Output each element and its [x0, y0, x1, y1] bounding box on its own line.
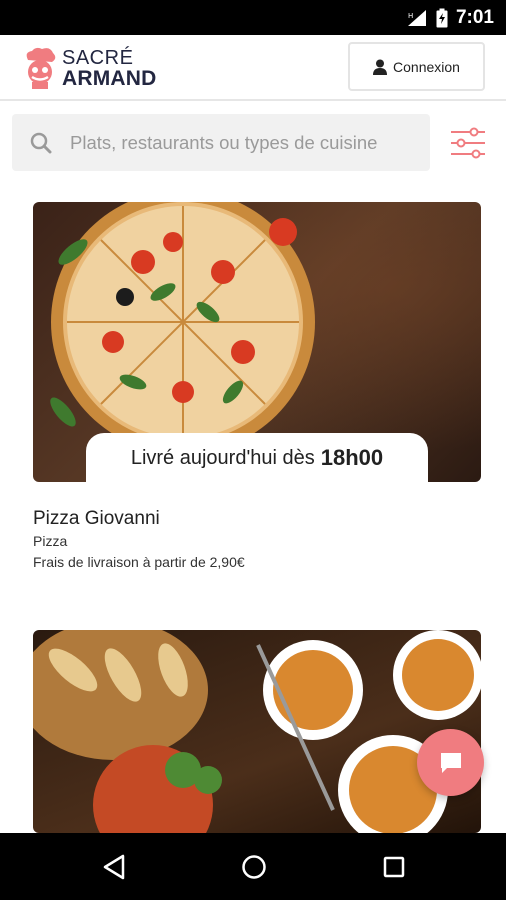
- filter-button[interactable]: [448, 124, 488, 162]
- signal-icon: H: [407, 9, 426, 26]
- user-icon: [373, 59, 388, 75]
- chat-bubble-icon: [440, 752, 461, 773]
- logo-line-2: ARMAND: [62, 66, 157, 90]
- restaurant-name[interactable]: Pizza Giovanni: [33, 508, 160, 530]
- chat-button[interactable]: [417, 729, 484, 796]
- back-button[interactable]: [96, 849, 132, 885]
- navigation-bar: [0, 833, 506, 900]
- recents-square-icon: [383, 856, 405, 878]
- app-header: SACRÉ ARMAND Connexion: [0, 35, 506, 101]
- filter-sliders-icon: [451, 127, 485, 159]
- chef-mascot-icon: [26, 47, 56, 89]
- svg-text:H: H: [408, 12, 413, 20]
- home-button[interactable]: [236, 849, 272, 885]
- search-input[interactable]: [70, 131, 415, 154]
- delivery-time: 18h00: [320, 445, 384, 470]
- clock: 7:01: [455, 6, 494, 28]
- login-button[interactable]: Connexion: [348, 42, 485, 91]
- logo-text: SACRÉ ARMAND: [62, 48, 157, 89]
- logo-line-1: SACRÉ: [62, 46, 134, 69]
- restaurant-delivery-fee: Frais de livraison à partir de 2,90€: [33, 554, 245, 570]
- delivery-time-badge: Livré aujourd'hui dès 18h00: [86, 433, 428, 483]
- status-icons: H 7:01: [406, 0, 494, 35]
- back-triangle-icon: [103, 854, 125, 880]
- home-circle-icon: [242, 855, 266, 879]
- delivery-prefix: Livré aujourd'hui dès: [130, 446, 315, 469]
- restaurant-category: Pizza: [33, 533, 68, 549]
- search-icon: [12, 132, 70, 154]
- recents-button[interactable]: [376, 849, 412, 885]
- search-bar: [12, 114, 430, 171]
- restaurant-image-indian[interactable]: [33, 630, 481, 833]
- logo[interactable]: SACRÉ ARMAND: [22, 44, 157, 92]
- battery-icon: [436, 8, 448, 27]
- status-bar: H 7:01: [0, 0, 506, 35]
- login-label: Connexion: [393, 58, 460, 75]
- indian-food-photo: [33, 630, 481, 833]
